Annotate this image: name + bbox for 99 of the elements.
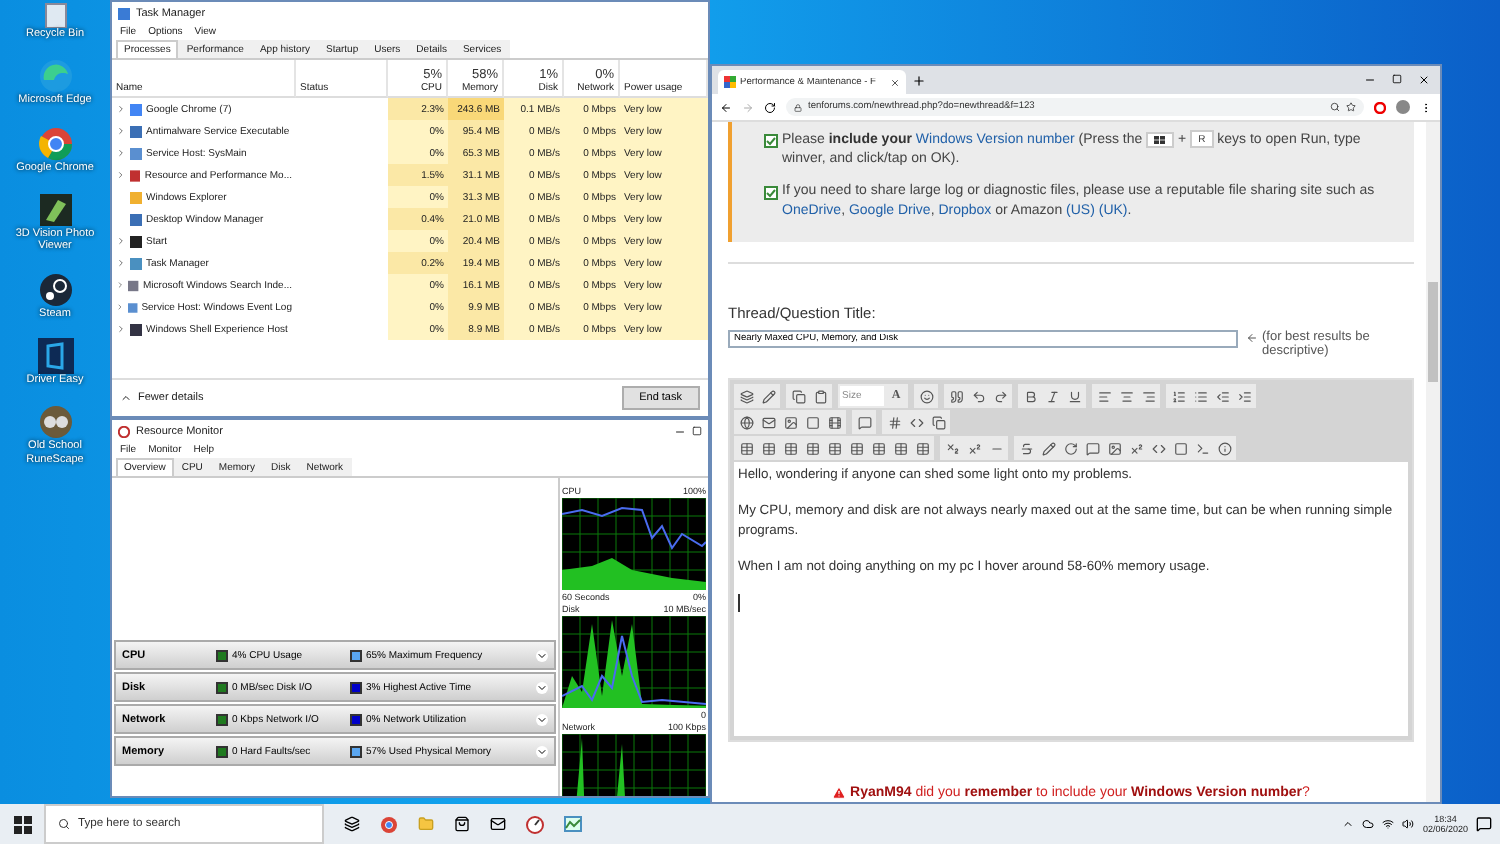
- table-icon[interactable]: [868, 438, 888, 459]
- notification-icon[interactable]: [1476, 816, 1492, 832]
- expand-icon[interactable]: [116, 170, 126, 180]
- align-right-icon[interactable]: [1138, 386, 1158, 407]
- hash-icon[interactable]: [884, 412, 904, 433]
- expand-icon[interactable]: [536, 713, 548, 725]
- table-icon[interactable]: [802, 438, 822, 459]
- left-arrow-icon: [1246, 332, 1258, 345]
- align-center-icon[interactable]: [1116, 386, 1136, 407]
- windows-logo-icon[interactable]: [13, 815, 31, 833]
- search-icon: [58, 818, 70, 830]
- info-icon[interactable]: [1214, 438, 1234, 459]
- recycle-bin-icon[interactable]: [39, 0, 71, 28]
- maximize-icon[interactable]: [692, 426, 702, 436]
- square-icon[interactable]: [1170, 438, 1190, 459]
- expand-icon[interactable]: [116, 324, 126, 334]
- cpu-graph: [562, 498, 706, 590]
- browser-icon[interactable]: [380, 815, 398, 833]
- disk-graph: [562, 616, 706, 708]
- expand-icon[interactable]: [536, 649, 548, 661]
- table-icon[interactable]: [846, 438, 866, 459]
- globe-icon[interactable]: [736, 412, 756, 433]
- close-icon[interactable]: [1418, 74, 1430, 86]
- star-icon[interactable]: [1346, 102, 1356, 112]
- scrollbar[interactable]: [1426, 122, 1440, 802]
- redo-icon[interactable]: [990, 386, 1010, 407]
- legend-swatch: [216, 713, 228, 725]
- copy-icon[interactable]: [928, 412, 948, 433]
- table-icon[interactable]: [824, 438, 844, 459]
- extension-icon[interactable]: [1374, 101, 1386, 113]
- minimize-icon[interactable]: [674, 425, 686, 437]
- expand-icon[interactable]: [536, 745, 548, 757]
- indent-icon[interactable]: [1234, 386, 1254, 407]
- superscript-icon[interactable]: [964, 438, 984, 459]
- table-icon[interactable]: [780, 438, 800, 459]
- zoom-icon[interactable]: [1330, 102, 1340, 112]
- gauge-icon[interactable]: [526, 815, 544, 833]
- chevron-up-icon[interactable]: [120, 392, 132, 404]
- profile-avatar[interactable]: [1396, 100, 1410, 114]
- legend-swatch: [216, 681, 228, 693]
- image-icon[interactable]: [780, 412, 800, 433]
- expand-icon[interactable]: [116, 104, 126, 114]
- subscript-icon[interactable]: [942, 438, 962, 459]
- speech-bubble-icon[interactable]: [1082, 438, 1102, 459]
- expand-icon[interactable]: [116, 236, 126, 246]
- app-icon[interactable]: [37, 271, 73, 308]
- windows-key-icon: [1146, 131, 1175, 147]
- app-icon: [118, 7, 130, 19]
- mail-icon[interactable]: [490, 816, 506, 832]
- legend-swatch: [216, 745, 228, 757]
- store-icon[interactable]: [454, 816, 470, 832]
- clipboard-icon[interactable]: [810, 386, 830, 407]
- expand-icon[interactable]: [116, 302, 124, 312]
- lock-icon: [794, 103, 802, 111]
- table-icon[interactable]: [736, 438, 756, 459]
- speaker-icon[interactable]: [1402, 818, 1415, 830]
- chevron-up-icon[interactable]: [1342, 818, 1355, 830]
- task-manager-icon[interactable]: [564, 816, 582, 832]
- maximize-icon[interactable]: [1392, 74, 1402, 84]
- reload-icon[interactable]: [764, 101, 776, 113]
- task-view-icon[interactable]: [344, 816, 360, 832]
- layers-icon[interactable]: [736, 386, 756, 407]
- expand-icon[interactable]: [116, 126, 126, 136]
- image-icon[interactable]: [1104, 438, 1124, 459]
- pencil-icon[interactable]: [1038, 438, 1058, 459]
- undo-icon[interactable]: [968, 386, 988, 407]
- align-left-icon[interactable]: [1094, 386, 1114, 407]
- outdent-icon[interactable]: [1212, 386, 1232, 407]
- cloud-icon[interactable]: [1362, 818, 1375, 830]
- circle-arrow-icon[interactable]: [1060, 438, 1080, 459]
- superscript-icon[interactable]: [1126, 438, 1146, 459]
- quote-icon[interactable]: [946, 386, 966, 407]
- pencil-icon[interactable]: [758, 386, 778, 407]
- legend-swatch: [216, 649, 228, 661]
- strikethrough-icon[interactable]: [1016, 438, 1036, 459]
- expand-icon[interactable]: [536, 681, 548, 693]
- underline-icon[interactable]: [1064, 386, 1084, 407]
- numbered-list-icon[interactable]: [1168, 386, 1188, 407]
- table-icon[interactable]: [912, 438, 932, 459]
- copy-icon[interactable]: [788, 386, 808, 407]
- table-icon[interactable]: [758, 438, 778, 459]
- site-icon: [724, 76, 736, 88]
- square-icon[interactable]: [802, 412, 822, 433]
- message-editor[interactable]: [734, 462, 1408, 737]
- smiley-icon[interactable]: [916, 386, 936, 407]
- italic-icon[interactable]: [1042, 386, 1062, 407]
- app-icon: [118, 425, 130, 437]
- film-icon[interactable]: [824, 412, 844, 433]
- envelope-icon[interactable]: [758, 412, 778, 433]
- network-icon[interactable]: [1382, 818, 1395, 830]
- speech-bubble-icon[interactable]: [854, 412, 874, 433]
- app-icon[interactable]: [37, 191, 73, 228]
- new-tab-icon[interactable]: [912, 73, 926, 87]
- back-icon[interactable]: [720, 101, 732, 113]
- expand-icon[interactable]: [116, 258, 126, 268]
- table-icon[interactable]: [890, 438, 910, 459]
- minimize-icon[interactable]: [1364, 74, 1376, 86]
- terminal-icon[interactable]: [1192, 438, 1212, 459]
- expand-icon[interactable]: [116, 148, 126, 158]
